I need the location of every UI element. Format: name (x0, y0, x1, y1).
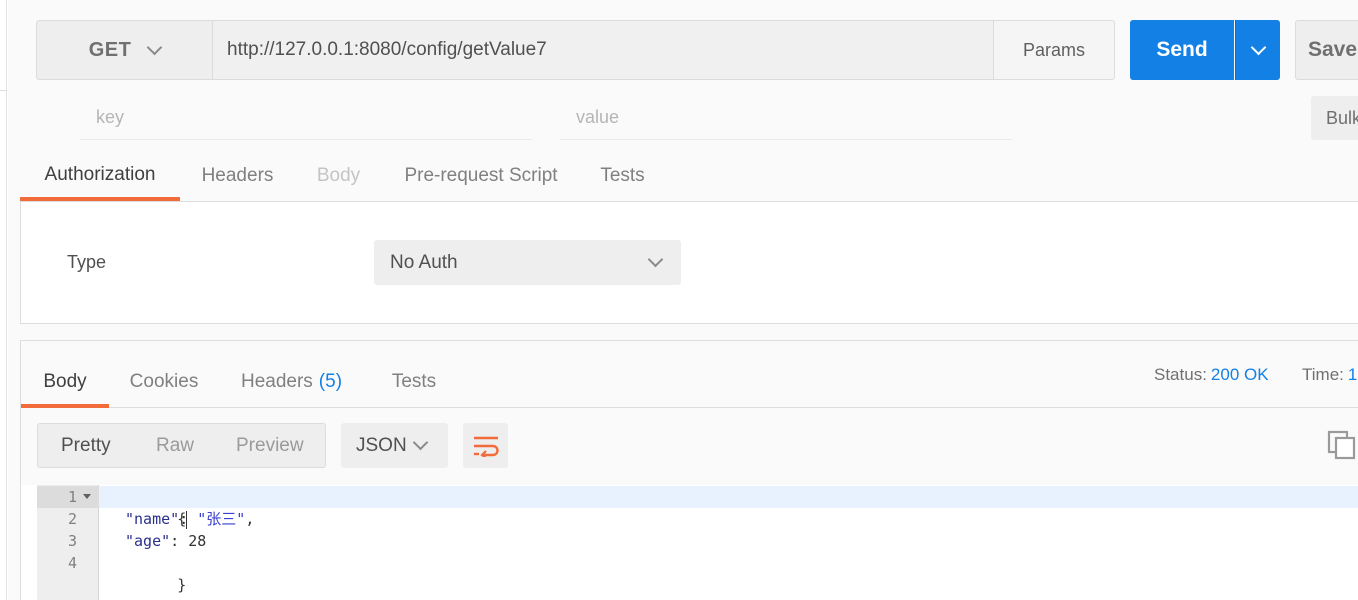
chevron-down-icon (147, 39, 163, 55)
view-preview-button[interactable]: Preview (236, 435, 304, 457)
response-tabs: Body Cookies Headers (5) Tests Status: 200… (21, 341, 1358, 408)
tab-response-headers-label: Headers (240, 371, 313, 392)
url-input[interactable]: http://127.0.0.1:8080/config/getValue7 (212, 20, 994, 80)
json-value-age: 28 (188, 532, 207, 550)
view-pretty-button[interactable]: Pretty (61, 435, 111, 457)
tab-cookies[interactable]: Cookies (109, 356, 219, 408)
param-value-input[interactable]: value (560, 96, 1012, 140)
tab-response-headers[interactable]: Headers (5) (219, 356, 364, 408)
status-value: 200 OK (1210, 365, 1269, 384)
line-number: 4 (67, 554, 77, 572)
tab-prerequest-script[interactable]: Pre-request Script (382, 150, 580, 202)
copy-response-button[interactable] (1327, 430, 1357, 460)
tab-headers[interactable]: Headers (180, 150, 295, 202)
view-mode-group: Pretty Raw Preview (37, 423, 326, 468)
line-number: 3 (67, 532, 77, 550)
view-raw-button[interactable]: Raw (156, 435, 194, 457)
chevron-down-icon (1250, 39, 1266, 55)
headers-count-badge: (5) (318, 371, 343, 392)
method-label: GET (88, 38, 132, 61)
tab-authorization[interactable]: Authorization (20, 150, 180, 201)
tab-response-body[interactable]: Body (21, 356, 109, 408)
status-label: Status: (1154, 365, 1207, 384)
response-status: Status: 200 OK (1154, 365, 1269, 385)
format-select[interactable]: JSON (341, 423, 448, 468)
send-dropdown-button[interactable] (1235, 20, 1280, 80)
line-number: 1 (67, 488, 77, 506)
request-builder: GET http://127.0.0.1:8080/config/getValu… (8, 0, 1358, 600)
copy-icon (1327, 430, 1356, 460)
response-toolbar: Pretty Raw Preview JSON (21, 408, 1358, 485)
wrap-lines-icon (473, 436, 499, 457)
response-time: Time: 1 (1302, 365, 1357, 385)
param-key-input[interactable]: key (80, 96, 532, 140)
request-tabs: Authorization Headers Body Pre-request S… (20, 150, 1358, 202)
response-panel: Body Cookies Headers (5) Tests Status: 200… (20, 340, 1358, 600)
method-select[interactable]: GET (36, 20, 212, 80)
send-button[interactable]: Send (1130, 20, 1234, 80)
auth-type-label: Type (67, 252, 107, 272)
code-line: } (105, 552, 186, 594)
sidebar-divider (0, 90, 7, 91)
response-body-editor[interactable]: 1 2 3 4 { "name": "张三", "age": 28 } (37, 485, 1358, 600)
bulk-edit-button[interactable]: Bulk (1311, 96, 1358, 140)
code-line: "name": "张三", (125, 510, 255, 528)
time-label: Time: (1302, 365, 1344, 384)
save-button[interactable]: Save (1295, 20, 1358, 80)
code-line: { (105, 486, 188, 529)
line-number: 2 (67, 510, 77, 528)
json-key-name: "name" (125, 510, 180, 528)
json-key-age: "age" (125, 532, 171, 550)
close-brace: } (177, 576, 187, 594)
fold-arrow-icon[interactable] (83, 494, 91, 499)
left-sidebar-edge (0, 0, 7, 600)
tab-tests[interactable]: Tests (580, 150, 665, 202)
code-line: "age": 28 (125, 532, 207, 550)
tab-response-tests[interactable]: Tests (364, 356, 464, 408)
params-button[interactable]: Params (993, 20, 1115, 80)
chevron-down-icon (412, 434, 429, 451)
format-value: JSON (356, 434, 407, 456)
tab-body[interactable]: Body (295, 150, 382, 202)
authorization-panel: Type No Auth (20, 202, 1358, 324)
active-line-highlight (99, 486, 1358, 508)
json-value-name: "张三" (197, 510, 246, 528)
auth-type-value: No Auth (390, 251, 458, 273)
chevron-down-icon (647, 251, 664, 268)
auth-type-select[interactable]: No Auth (374, 240, 681, 285)
wrap-lines-button[interactable] (463, 423, 508, 468)
time-value: 1 (1347, 365, 1358, 384)
